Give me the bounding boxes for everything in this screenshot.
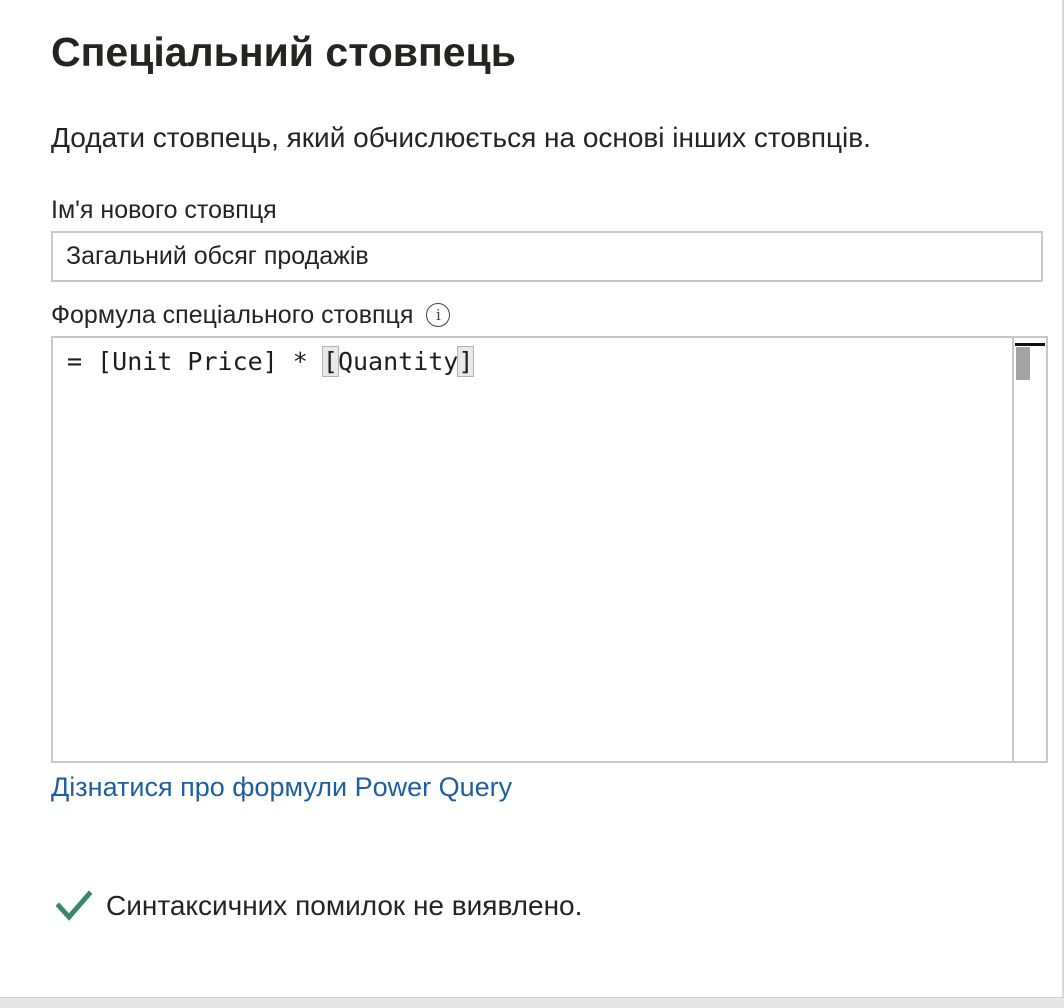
formula-text[interactable]: = [Unit Price] * [Quantity] xyxy=(67,346,475,378)
formula-label: Формула спеціального стовпця xyxy=(51,301,414,329)
formula-prefix: = [Unit Price] * xyxy=(67,347,323,376)
checkmark-icon xyxy=(56,890,92,921)
dialog-description: Додати стовпець, який обчислюється на ос… xyxy=(51,122,871,153)
formula-label-row: Формула спеціального стовпця i xyxy=(51,299,451,331)
learn-power-query-formulas-link[interactable]: Дізнатися про формули Power Query xyxy=(51,770,512,804)
formula-field: Quantity xyxy=(337,347,459,376)
column-name-input[interactable] xyxy=(51,231,1043,282)
editor-scrollbar[interactable] xyxy=(1012,338,1046,761)
dialog-title: Спеціальний стовпець xyxy=(51,29,516,75)
scrollbar-top-marker xyxy=(1015,343,1045,346)
column-name-label: Ім'я нового стовпця xyxy=(51,196,277,224)
formula-editor[interactable]: = [Unit Price] * [Quantity] xyxy=(51,336,1048,763)
syntax-status: Синтаксичних помилок не виявлено. xyxy=(56,888,582,924)
syntax-status-text: Синтаксичних помилок не виявлено. xyxy=(106,890,583,921)
scrollbar-thumb[interactable] xyxy=(1016,347,1030,380)
bracket-match-close: ] xyxy=(457,346,475,377)
bracket-match-open: [ xyxy=(321,346,339,377)
dialog-footer-edge xyxy=(0,997,1064,1008)
info-icon[interactable]: i xyxy=(426,303,451,327)
